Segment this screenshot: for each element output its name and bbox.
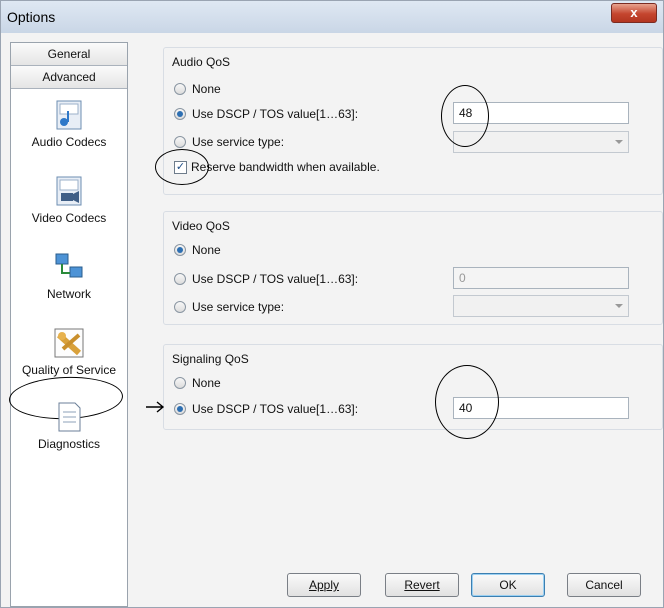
radio-button[interactable] [174,403,186,415]
option-label: None [192,82,221,96]
option-label: Use service type: [192,300,285,314]
signaling-dscp-option[interactable]: Use DSCP / TOS value[1…63]: [174,399,358,419]
tab-advanced[interactable]: Advanced [11,66,127,89]
sidebar-item-video-codecs[interactable]: Video Codecs [11,175,127,225]
option-label: Reserve bandwidth when available. [191,160,380,174]
audio-none-option[interactable]: None [174,79,221,99]
audio-dscp-option[interactable]: Use DSCP / TOS value[1…63]: [174,104,358,124]
radio-button[interactable] [174,244,186,256]
quality-of-service-icon [54,328,84,358]
close-button[interactable]: x [611,3,657,23]
radio-button[interactable] [174,108,186,120]
signaling-none-option[interactable]: None [174,373,221,393]
annotation-circle [435,365,499,439]
audio-codecs-icon [56,100,82,130]
option-label: Use DSCP / TOS value[1…63]: [192,402,359,416]
sidebar-item-label: Audio Codecs [31,135,107,149]
apply-button[interactable]: Apply [287,573,361,597]
sidebar-item-label: Quality of Service [21,363,117,377]
radio-button[interactable] [174,83,186,95]
option-label: Use service type: [192,135,285,149]
sidebar-item-audio-codecs[interactable]: Audio Codecs [11,99,127,149]
radio-button[interactable] [174,301,186,313]
chevron-down-icon [615,304,623,308]
option-label: None [192,376,221,390]
revert-button[interactable]: Revert [385,573,459,597]
annotation-circle [155,149,209,185]
sidebar-item-diagnostics[interactable]: Diagnostics [11,401,127,451]
sidebar-item-network[interactable]: Network [11,251,127,301]
video-qos-title: Video QoS [172,219,230,233]
annotation-circle [441,85,489,147]
window-title: Options [7,9,56,25]
sidebar-item-label: Network [46,287,91,301]
video-codecs-icon [56,176,82,206]
radio-button[interactable] [174,136,186,148]
option-label: None [192,243,221,257]
sidebar-item-label: Diagnostics [37,437,101,451]
options-sidebar: General Advanced Audio Codecs Video Code… [8,42,128,607]
video-dscp-input[interactable]: 0 [453,267,629,289]
signaling-qos-title: Signaling QoS [172,352,249,366]
ok-button[interactable]: OK [471,573,545,597]
diagnostics-icon [58,402,81,432]
radio-button[interactable] [174,273,186,285]
options-window: Options x General Advanced Audio Codecs … [0,0,664,608]
option-label: Use DSCP / TOS value[1…63]: [192,107,359,121]
cancel-button[interactable]: Cancel [567,573,641,597]
close-icon: x [630,5,638,20]
video-dscp-option[interactable]: Use DSCP / TOS value[1…63]: [174,269,358,289]
annotation-arrow-icon [146,401,165,413]
radio-button[interactable] [174,377,186,389]
video-service-select[interactable] [453,295,629,317]
sidebar-item-label: Video Codecs [31,211,107,225]
tab-general[interactable]: General [11,43,127,66]
network-icon [55,253,83,278]
video-service-option[interactable]: Use service type: [174,297,284,317]
video-none-option[interactable]: None [174,240,221,260]
sidebar-item-quality-of-service[interactable]: Quality of Service [8,327,127,421]
title-bar: Options x [1,1,663,33]
audio-qos-title: Audio QoS [172,55,231,69]
chevron-down-icon [615,140,623,144]
option-label: Use DSCP / TOS value[1…63]: [192,272,359,286]
